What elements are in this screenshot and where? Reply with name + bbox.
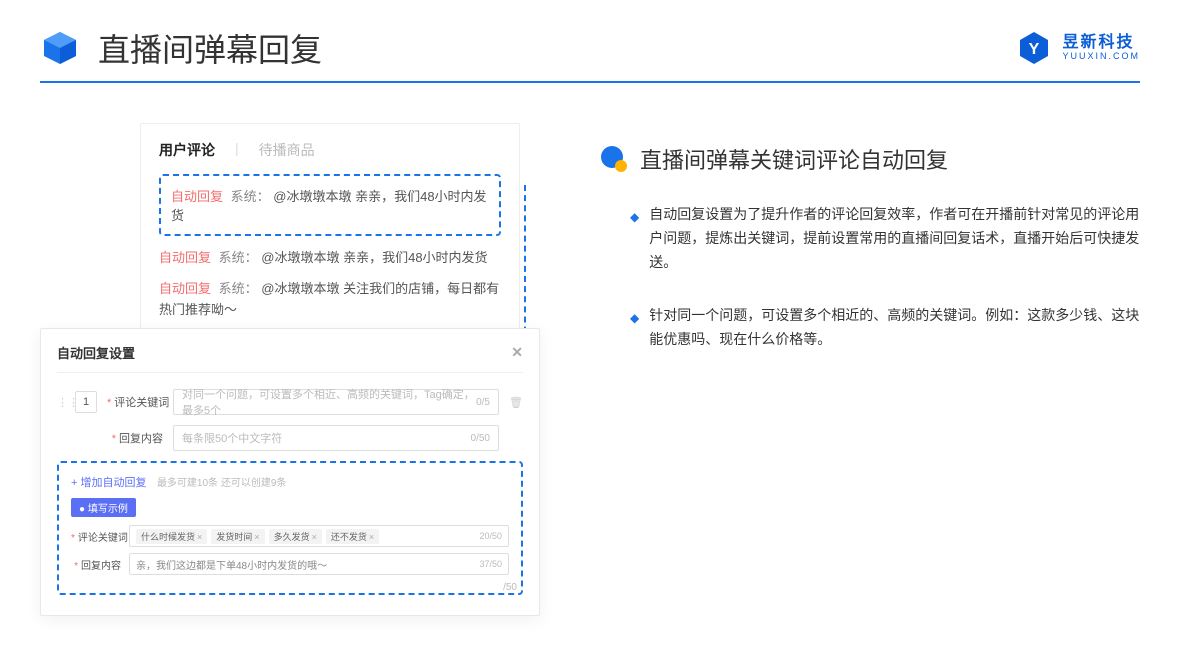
counter: 20/50 [479,531,502,541]
outer-counter: /50 [503,582,517,593]
comments-card: 用户评论 | 待播商品 自动回复 系统： @冰墩墩本墩 亲亲，我们48小时内发货… [140,123,520,351]
tag: 多久发货× [269,529,322,544]
auto-reply-badge: 自动回复 [171,189,223,204]
brand-icon: Y [1016,30,1052,66]
example-keyword-row: *评论关键词 什么时候发货× 发货时间× 多久发货× 还不发货× 20/50 [71,525,509,547]
field-label: *评论关键词 [71,529,121,544]
example-box: + 增加自动回复 最多可建10条 还可以创建9条 ● 填写示例 *评论关键词 什… [57,461,523,595]
system-label: 系统： [231,189,270,204]
placeholder: 每条限50个中文字符 [182,430,282,446]
page-title: 直播间弹幕回复 [98,25,322,71]
example-keyword-input[interactable]: 什么时候发货× 发货时间× 多久发货× 还不发货× 20/50 [129,525,509,547]
cube-icon [40,28,80,68]
brand-en: YUUXIN.COM [1062,52,1140,62]
bullet-text: 自动回复设置为了提升作者的评论回复效率，作者可在开播前针对常见的评论用户问题，提… [649,203,1140,274]
form-row-reply: *回复内容 每条限50个中文字符 0/50 [57,425,523,451]
right-column: 直播间弹幕关键词评论自动回复 ◆ 自动回复设置为了提升作者的评论回复效率，作者可… [600,123,1140,382]
left-column: 用户评论 | 待播商品 自动回复 系统： @冰墩墩本墩 亲亲，我们48小时内发货… [40,123,540,382]
diamond-icon: ◆ [630,207,639,274]
header: 直播间弹幕回复 Y 昱新科技 YUUXIN.COM [0,0,1180,71]
diamond-icon: ◆ [630,308,639,352]
content: 用户评论 | 待播商品 自动回复 系统： @冰墩墩本墩 亲亲，我们48小时内发货… [0,83,1180,382]
add-hint: 最多可建10条 还可以创建9条 [157,478,286,489]
example-chip: ● 填写示例 [71,498,136,517]
counter: 37/50 [479,559,502,569]
auto-reply-badge: 自动回复 [159,281,211,296]
drag-handle-icon[interactable]: ⋮⋮ [57,396,65,409]
example-reply-input[interactable]: 亲，我们这边都是下单48小时内发货的哦～ 37/50 [129,553,509,575]
add-auto-reply-link[interactable]: + 增加自动回复 [71,474,146,490]
tag: 还不发货× [326,529,379,544]
keyword-input[interactable]: 对同一个问题，可设置多个相近、高频的关键词，Tag确定，最多5个 0/5 [173,389,499,415]
form-row-keyword: ⋮⋮ 1 *评论关键词 对同一个问题，可设置多个相近、高频的关键词，Tag确定，… [57,389,523,415]
reply-input[interactable]: 每条限50个中文字符 0/50 [173,425,499,451]
svg-text:Y: Y [1029,41,1040,58]
field-label: *评论关键词 [107,394,163,410]
bullet-item: ◆ 针对同一个问题，可设置多个相近的、高频的关键词。例如：这款多少钱、这块能优惠… [600,304,1140,352]
bullet-text: 针对同一个问题，可设置多个相近的、高频的关键词。例如：这款多少钱、这块能优惠吗、… [649,304,1140,352]
field-label: *回复内容 [107,430,163,446]
index-box: 1 [75,391,97,413]
field-label: *回复内容 [71,557,121,572]
example-reply-value: 亲，我们这边都是下单48小时内发货的哦～ [136,557,327,572]
bullet-item: ◆ 自动回复设置为了提升作者的评论回复效率，作者可在开播前针对常见的评论用户问题… [600,203,1140,274]
close-icon[interactable]: ✕ [511,344,523,361]
placeholder: 对同一个问题，可设置多个相近、高频的关键词，Tag确定，最多5个 [182,386,476,418]
tabs: 用户评论 | 待播商品 [159,140,501,160]
brand-logo: Y 昱新科技 YUUXIN.COM [1016,30,1140,66]
settings-modal: 自动回复设置 ✕ ⋮⋮ 1 *评论关键词 对同一个问题，可设置多个相近、高频的关… [40,328,540,616]
modal-header: 自动回复设置 ✕ [57,343,523,373]
tab-products[interactable]: 待播商品 [259,140,315,160]
comment-row: 自动回复 系统： @冰墩墩本墩 亲亲，我们48小时内发货 [159,248,501,269]
section-head: 直播间弹幕关键词评论自动回复 [600,143,1140,175]
trash-icon[interactable]: 🗑 [509,396,523,409]
example-reply-row: *回复内容 亲，我们这边都是下单48小时内发货的哦～ 37/50 [71,553,509,575]
modal-title: 自动回复设置 [57,343,135,362]
comment-row: 自动回复 系统： @冰墩墩本墩 关注我们的店铺，每日都有热门推荐呦～ [159,279,501,321]
tag: 发货时间× [211,529,264,544]
highlighted-comment: 自动回复 系统： @冰墩墩本墩 亲亲，我们48小时内发货 [159,174,501,236]
counter: 0/50 [471,433,490,444]
system-label: 系统： [219,281,258,296]
brand-cn: 昱新科技 [1062,34,1140,52]
header-left: 直播间弹幕回复 [40,25,322,71]
tab-user-comments[interactable]: 用户评论 [159,140,215,160]
comment-text: @冰墩墩本墩 亲亲，我们48小时内发货 [261,250,487,265]
counter: 0/5 [476,397,490,408]
section-title: 直播间弹幕关键词评论自动回复 [640,143,948,175]
system-label: 系统： [219,250,258,265]
tag: 什么时候发货× [136,529,207,544]
auto-reply-badge: 自动回复 [159,250,211,265]
bubble-icon [600,145,628,173]
brand-text: 昱新科技 YUUXIN.COM [1062,34,1140,61]
